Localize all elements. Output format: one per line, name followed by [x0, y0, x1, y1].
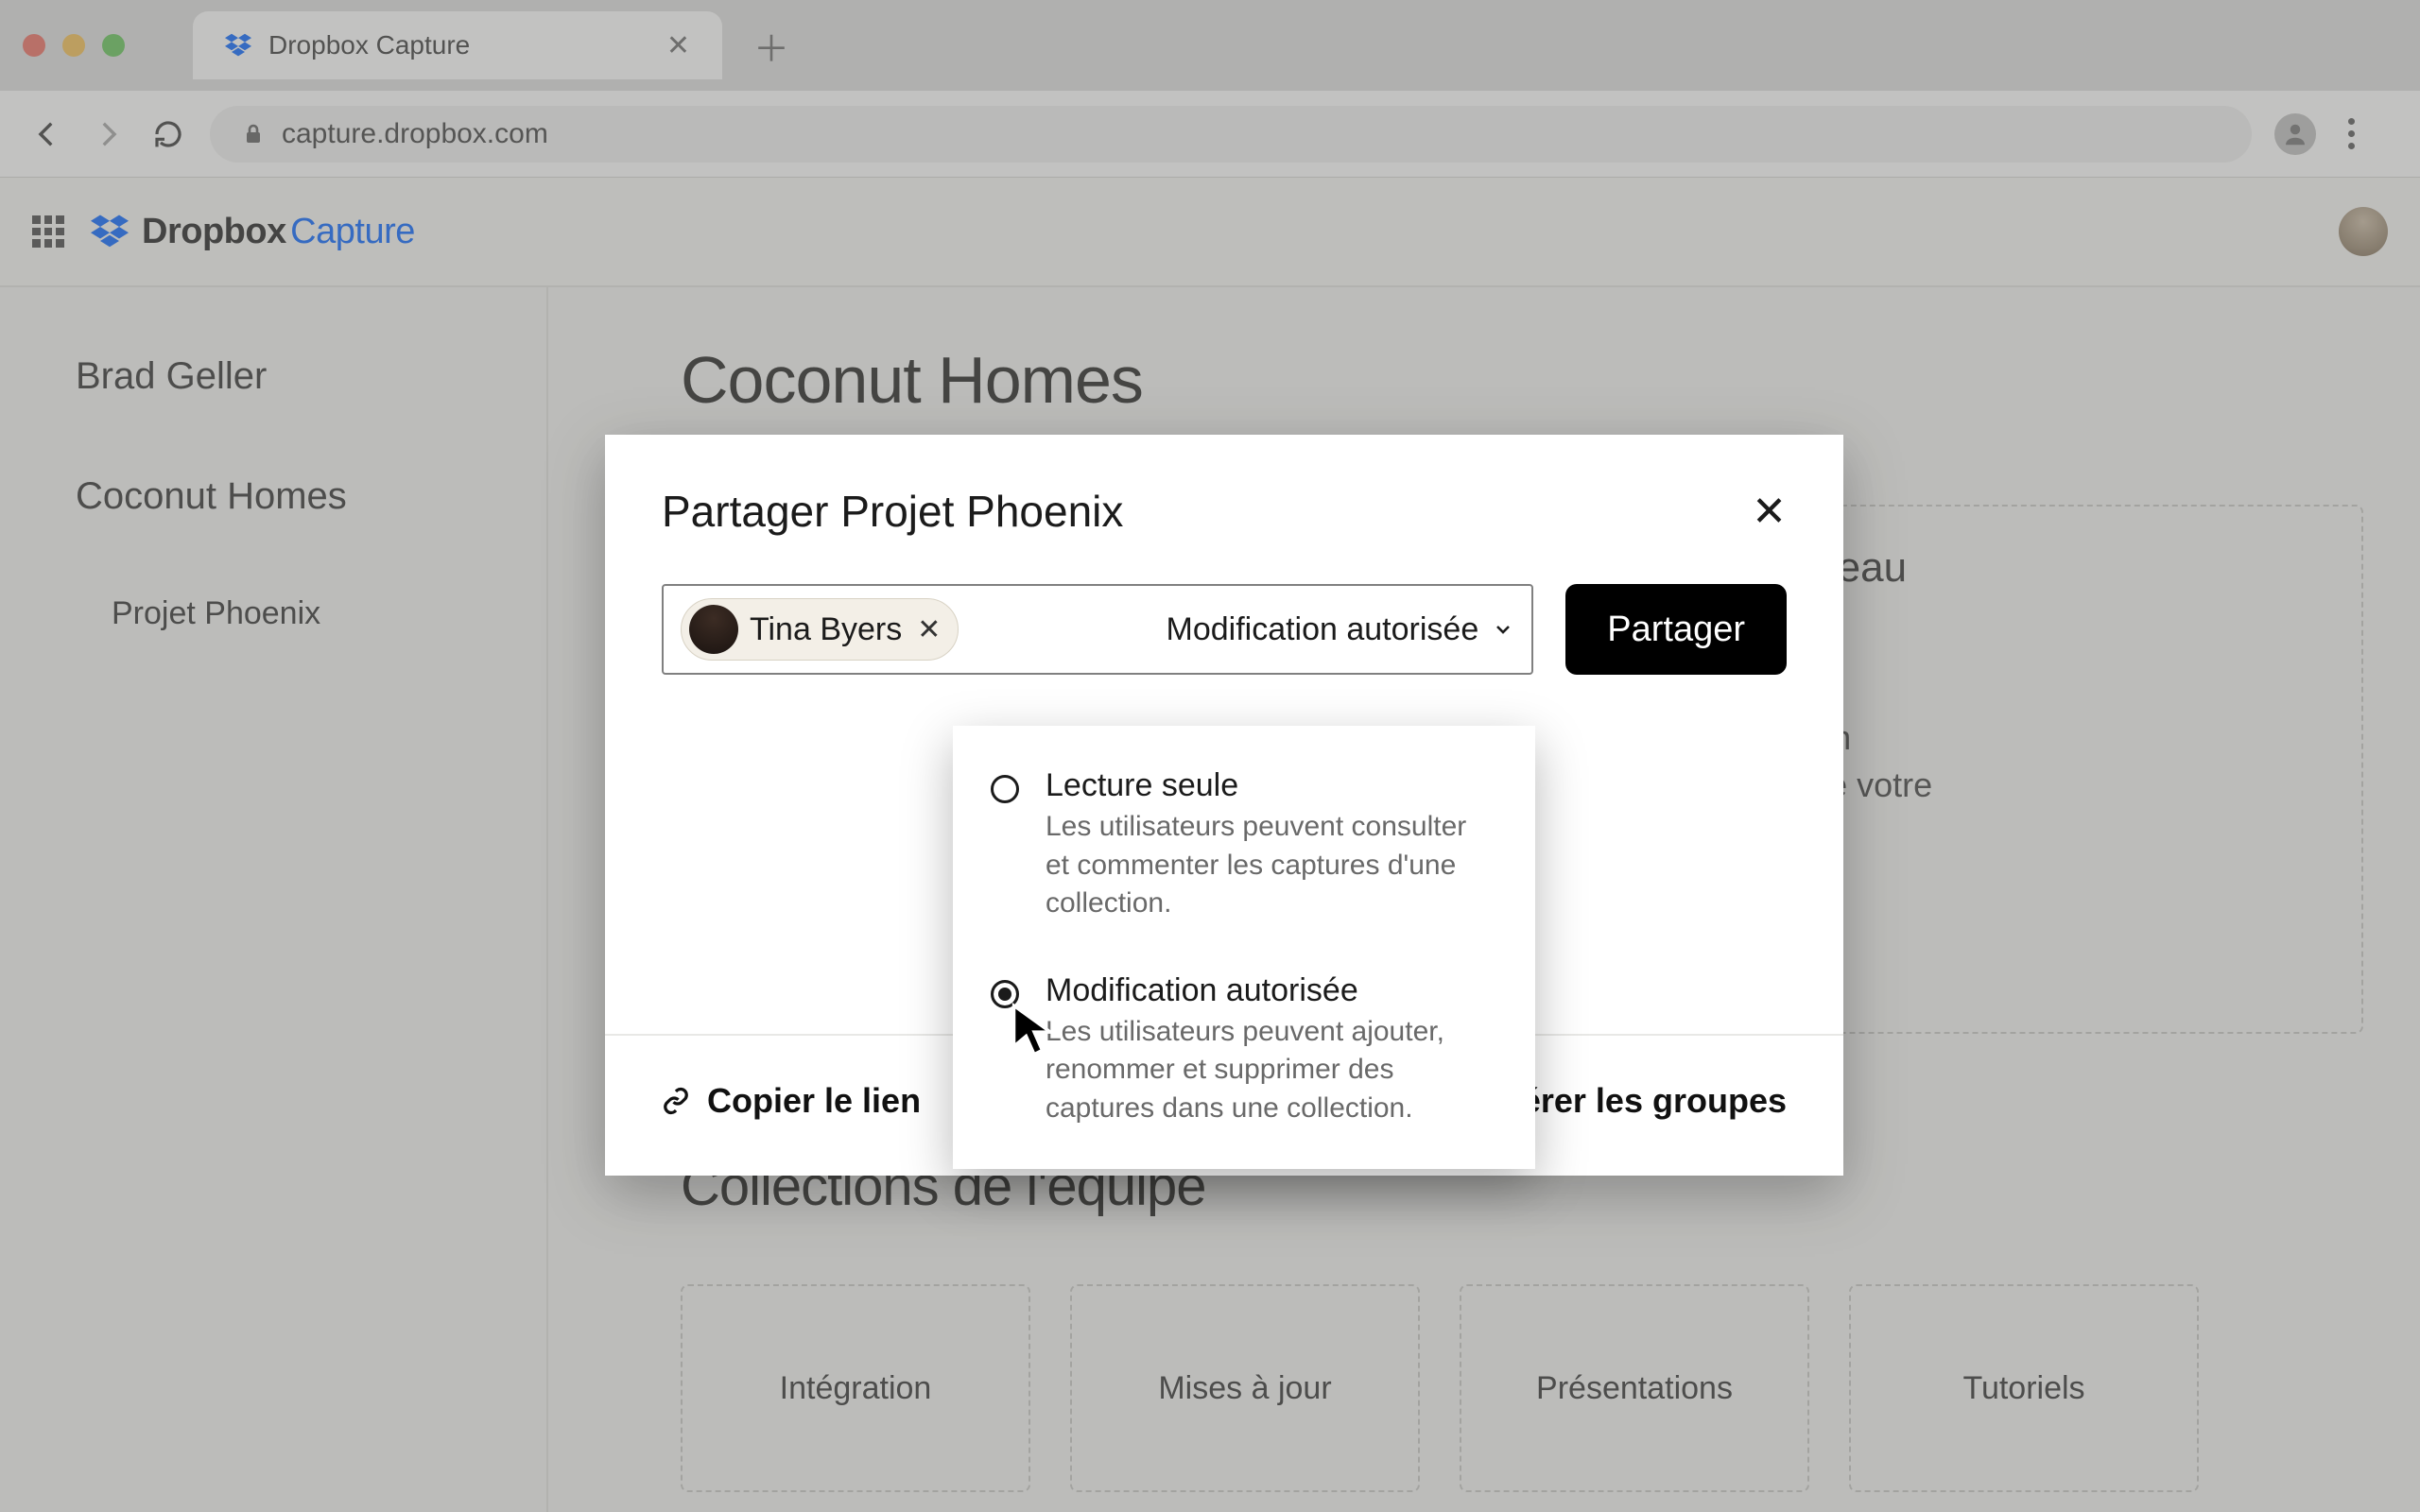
close-icon[interactable]: ✕: [1752, 488, 1787, 536]
permission-dropdown: Lecture seule Les utilisateurs peuvent c…: [953, 726, 1535, 1169]
link-icon: [662, 1087, 690, 1115]
share-recipients-input[interactable]: Tina Byers ✕ Modification autorisée: [662, 584, 1533, 675]
chip-remove-icon[interactable]: ✕: [917, 613, 941, 646]
recipient-avatar: [689, 605, 738, 654]
option-title: Modification autorisée: [1046, 972, 1497, 1009]
permission-select[interactable]: Modification autorisée: [1167, 611, 1515, 648]
manage-groups-label: Gérer les groupes: [1495, 1081, 1787, 1121]
radio-icon: [991, 980, 1019, 1008]
modal-body: Tina Byers ✕ Modification autorisée Part…: [605, 550, 1843, 675]
share-button[interactable]: Partager: [1565, 584, 1787, 675]
modal-header: Partager Projet Phoenix ✕: [605, 435, 1843, 550]
chevron-down-icon: [1492, 618, 1514, 641]
option-title: Lecture seule: [1046, 767, 1497, 804]
permission-option-view[interactable]: Lecture seule Les utilisateurs peuvent c…: [953, 752, 1535, 938]
modal-title: Partager Projet Phoenix: [662, 486, 1123, 537]
option-desc: Les utilisateurs peuvent consulter et co…: [1046, 808, 1497, 923]
copy-link-label: Copier le lien: [707, 1081, 921, 1121]
copy-link-button[interactable]: Copier le lien: [662, 1081, 921, 1121]
radio-icon: [991, 775, 1019, 803]
permission-selected-label: Modification autorisée: [1167, 611, 1479, 648]
permission-option-edit[interactable]: Modification autorisée Les utilisateurs …: [953, 957, 1535, 1143]
option-desc: Les utilisateurs peuvent ajouter, renomm…: [1046, 1013, 1497, 1128]
recipient-name: Tina Byers: [750, 611, 902, 648]
recipient-chip: Tina Byers ✕: [681, 598, 959, 661]
